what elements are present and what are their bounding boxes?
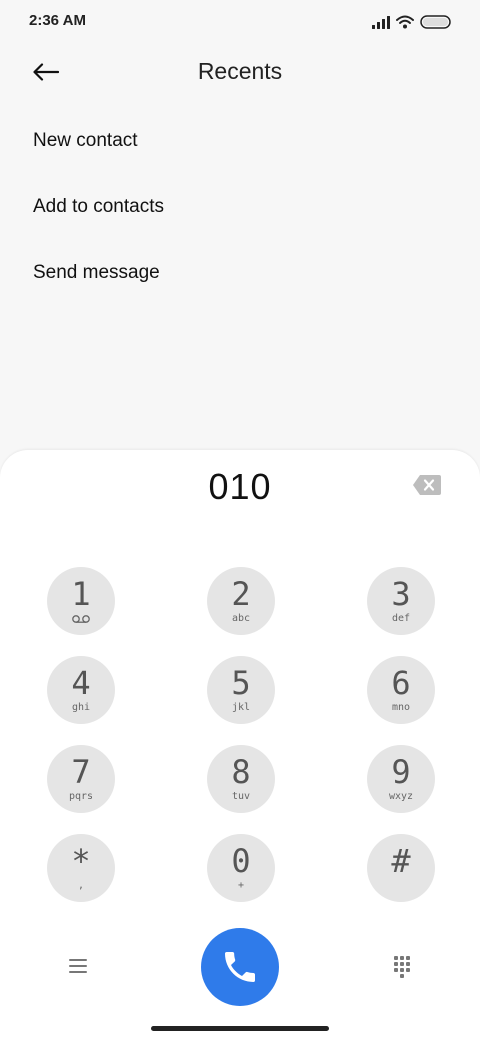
key-letters: , <box>77 880 85 891</box>
key-8[interactable]: 8 tuv <box>207 745 275 813</box>
key-letters: pqrs <box>68 791 94 802</box>
key-digit: # <box>391 842 411 880</box>
call-button[interactable] <box>201 928 279 1006</box>
backspace-icon <box>413 475 441 495</box>
header: Recents <box>0 44 480 102</box>
key-letters: wxyz <box>388 791 414 802</box>
key-letters: abc <box>231 613 251 624</box>
dialer-panel: 010 1 2 abc 3 def 4 ghi 5 jkl 6 mno 7 pq… <box>0 450 480 1040</box>
key-digit: 2 <box>231 575 251 613</box>
page-title: Recents <box>197 58 283 84</box>
key-digit: 6 <box>391 664 411 702</box>
key-digit: 4 <box>71 664 91 702</box>
wifi-icon <box>396 15 414 29</box>
key-letters: jkl <box>231 702 251 713</box>
key-letters: mno <box>391 702 411 713</box>
key-hash[interactable]: # <box>367 834 435 902</box>
hamburger-menu-icon <box>69 959 87 973</box>
status-icons <box>372 12 452 32</box>
key-digit: 7 <box>71 753 91 791</box>
key-4[interactable]: 4 ghi <box>47 656 115 724</box>
key-star[interactable]: * , <box>47 834 115 902</box>
home-indicator[interactable] <box>151 1026 329 1031</box>
send-message-option[interactable]: Send message <box>0 240 480 306</box>
new-contact-option[interactable]: New contact <box>0 108 480 174</box>
key-digit: * <box>71 842 91 880</box>
status-bar: 2:36 AM <box>0 0 480 44</box>
dialed-number[interactable]: 010 <box>0 466 480 508</box>
dialpad-toggle-button[interactable] <box>388 952 416 980</box>
status-time: 2:36 AM <box>29 12 86 29</box>
dialpad-grid-icon <box>394 956 410 978</box>
phone-icon <box>225 952 255 982</box>
key-digit: 1 <box>71 575 91 613</box>
signal-icon <box>372 16 390 29</box>
key-digit: 9 <box>391 753 411 791</box>
key-digit: 0 <box>231 842 251 880</box>
key-2[interactable]: 2 abc <box>207 567 275 635</box>
key-letters: tuv <box>231 791 251 802</box>
key-letters: def <box>391 613 411 624</box>
key-9[interactable]: 9 wxyz <box>367 745 435 813</box>
key-1[interactable]: 1 <box>47 567 115 635</box>
key-digit: 5 <box>231 664 251 702</box>
key-7[interactable]: 7 pqrs <box>47 745 115 813</box>
key-5[interactable]: 5 jkl <box>207 656 275 724</box>
key-digit: 3 <box>391 575 411 613</box>
options-menu: New contact Add to contacts Send message <box>0 108 480 306</box>
key-digit: 8 <box>231 753 251 791</box>
battery-icon <box>420 15 451 29</box>
key-3[interactable]: 3 def <box>367 567 435 635</box>
voicemail-icon <box>72 615 90 623</box>
key-letters: + <box>237 880 245 891</box>
add-to-contacts-option[interactable]: Add to contacts <box>0 174 480 240</box>
key-letters: ghi <box>71 702 91 713</box>
menu-button[interactable] <box>64 954 92 978</box>
backspace-button[interactable] <box>412 474 442 496</box>
key-6[interactable]: 6 mno <box>367 656 435 724</box>
dialer-bottom-bar <box>0 926 480 1006</box>
key-0[interactable]: 0 + <box>207 834 275 902</box>
